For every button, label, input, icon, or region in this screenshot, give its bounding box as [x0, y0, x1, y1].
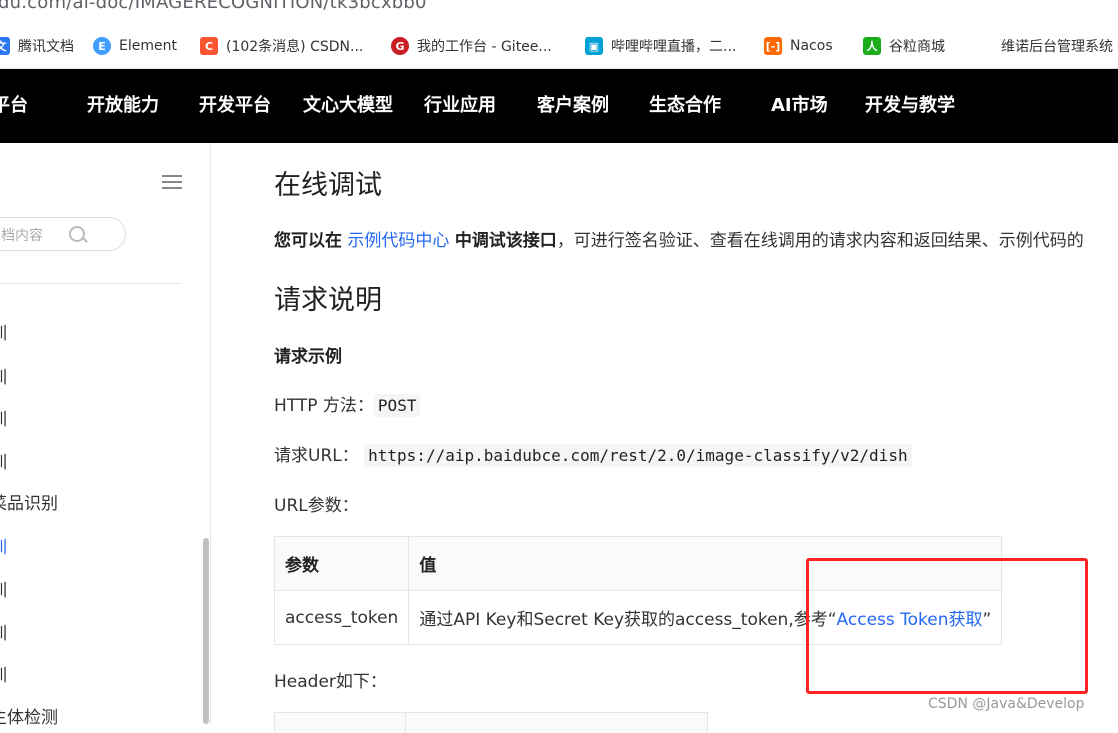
bookmarks-bar: 文 腾讯文档 E Element C (102条消息) CSDN... G 我的… — [0, 24, 1118, 69]
bilibili-icon: ▣ — [585, 37, 603, 55]
sidebar-item-7[interactable]: 训 — [0, 576, 7, 601]
nav-item-dev-platform[interactable]: 开发平台 — [199, 69, 271, 143]
bookmark-label: Nacos — [790, 38, 833, 54]
online-debug-prefix: 您可以在 — [274, 231, 342, 251]
table-header-param: 参数 — [273, 536, 410, 591]
sidebar-scrollbar[interactable] — [203, 538, 209, 724]
sidebar-item-9[interactable]: 训 — [0, 661, 7, 686]
nacos-icon: [-] — [764, 37, 782, 55]
sidebar-item-3[interactable]: 训 — [0, 405, 7, 430]
http-method-line: HTTP 方法： POST — [274, 391, 421, 417]
gitee-icon: G — [391, 37, 409, 55]
search-icon[interactable] — [69, 226, 85, 242]
header-table — [274, 712, 708, 733]
nav-item-open-capabilities[interactable]: 开放能力 — [87, 69, 159, 143]
bookmark-csdn[interactable]: C (102条消息) CSDN... — [200, 24, 363, 68]
request-title: 请求说明 — [274, 285, 382, 316]
menu-icon[interactable] — [162, 175, 182, 191]
doc-search-input[interactable]: 档内容 — [0, 217, 126, 251]
csdn-icon: C — [200, 37, 218, 55]
request-url-line: 请求URL： https://aip.baidubce.com/rest/2.0… — [274, 441, 912, 467]
http-method-label: HTTP 方法： — [274, 396, 374, 416]
element-icon: E — [93, 37, 111, 55]
bookmark-tencent-docs[interactable]: 文 腾讯文档 — [0, 24, 74, 68]
sidebar-item-8[interactable]: 训 — [0, 619, 7, 644]
sidebar-item-6-active[interactable]: 训 — [0, 533, 7, 558]
bookmark-element[interactable]: E Element — [93, 24, 177, 68]
bookmark-gitee[interactable]: G 我的工作台 - Gitee... — [391, 24, 552, 68]
request-example-heading: 请求示例 — [274, 347, 342, 367]
doc-sidebar: 档内容 训 训 训 训 菜品识别 训 训 训 训 主体检测 — [0, 143, 211, 728]
top-nav: 平台 开放能力 开发平台 文心大模型 行业应用 客户案例 生态合作 AI市场 开… — [0, 69, 1118, 143]
online-debug-paragraph: 您可以在 示例代码中心 中调试该接口，可进行签名验证、查看在线调用的请求内容和返… — [274, 226, 1084, 251]
nav-item-industry[interactable]: 行业应用 — [424, 69, 496, 143]
bookmark-label: (102条消息) CSDN... — [226, 39, 364, 55]
param-name-cell: access_token — [273, 590, 410, 645]
bookmark-weinuo[interactable]: 维诺后台管理系统 — [1001, 24, 1113, 68]
header-label: Header如下： — [274, 672, 387, 692]
http-method-value: POST — [373, 394, 421, 417]
address-url: du.com/ai-doc/IMAGERECOGNITION/tk3bcxbb0 — [0, 0, 427, 13]
online-debug-suffix: ，可进行签名验证、查看在线调用的请求内容和返回结果、示例代码的 — [556, 231, 1084, 251]
search-placeholder: 档内容 — [1, 228, 43, 244]
bookmark-label: 腾讯文档 — [18, 39, 74, 55]
bookmark-label: 谷粒商城 — [889, 39, 945, 55]
nav-item-cases[interactable]: 客户案例 — [537, 69, 609, 143]
sidebar-item-dish-recognition[interactable]: 菜品识别 — [0, 489, 58, 514]
bookmark-label: 维诺后台管理系统 — [1001, 39, 1113, 55]
red-annotation-box — [806, 558, 1088, 694]
online-debug-mid: 中调试该接口 — [454, 231, 557, 251]
url-params-label: URL参数： — [274, 496, 359, 516]
sidebar-item-1[interactable]: 训 — [0, 319, 7, 344]
sidebar-divider — [0, 283, 180, 284]
address-bar[interactable]: du.com/ai-doc/IMAGERECOGNITION/tk3bcxbb0 — [0, 0, 1118, 24]
request-url-value: https://aip.baidubce.com/rest/2.0/image-… — [364, 444, 912, 467]
csdn-watermark: CSDN @Java&Develop — [928, 696, 1085, 712]
online-debug-title: 在线调试 — [274, 170, 382, 201]
bookmark-label: 我的工作台 - Gitee... — [417, 39, 552, 55]
bookmark-bilibili[interactable]: ▣ 哔哩哔哩直播，二... — [585, 24, 736, 68]
nav-item-dev-teaching[interactable]: 开发与教学 — [865, 69, 955, 143]
sample-code-center-link[interactable]: 示例代码中心 — [347, 231, 449, 251]
bookmark-label: Element — [119, 38, 177, 54]
bookmark-nacos[interactable]: [-] Nacos — [764, 24, 833, 68]
sidebar-item-4[interactable]: 训 — [0, 448, 7, 473]
nav-item-ai-market[interactable]: AI市场 — [771, 69, 828, 143]
nav-item-platform[interactable]: 平台 — [0, 69, 28, 143]
nav-item-wenxin[interactable]: 文心大模型 — [303, 69, 393, 143]
bookmark-label: 哔哩哔哩直播，二... — [611, 39, 737, 55]
sidebar-item-subject-detection[interactable]: 主体检测 — [0, 703, 58, 728]
request-url-label: 请求URL： — [274, 446, 359, 466]
param-value-text: 通过API Key和Secret Key获取的access_token,参考“ — [419, 610, 837, 630]
nav-item-ecosystem[interactable]: 生态合作 — [649, 69, 721, 143]
tencent-docs-icon: 文 — [0, 37, 10, 55]
guli-icon: 人 — [863, 37, 881, 55]
bookmark-guli[interactable]: 人 谷粒商城 — [863, 24, 945, 68]
sidebar-item-2[interactable]: 训 — [0, 363, 7, 388]
